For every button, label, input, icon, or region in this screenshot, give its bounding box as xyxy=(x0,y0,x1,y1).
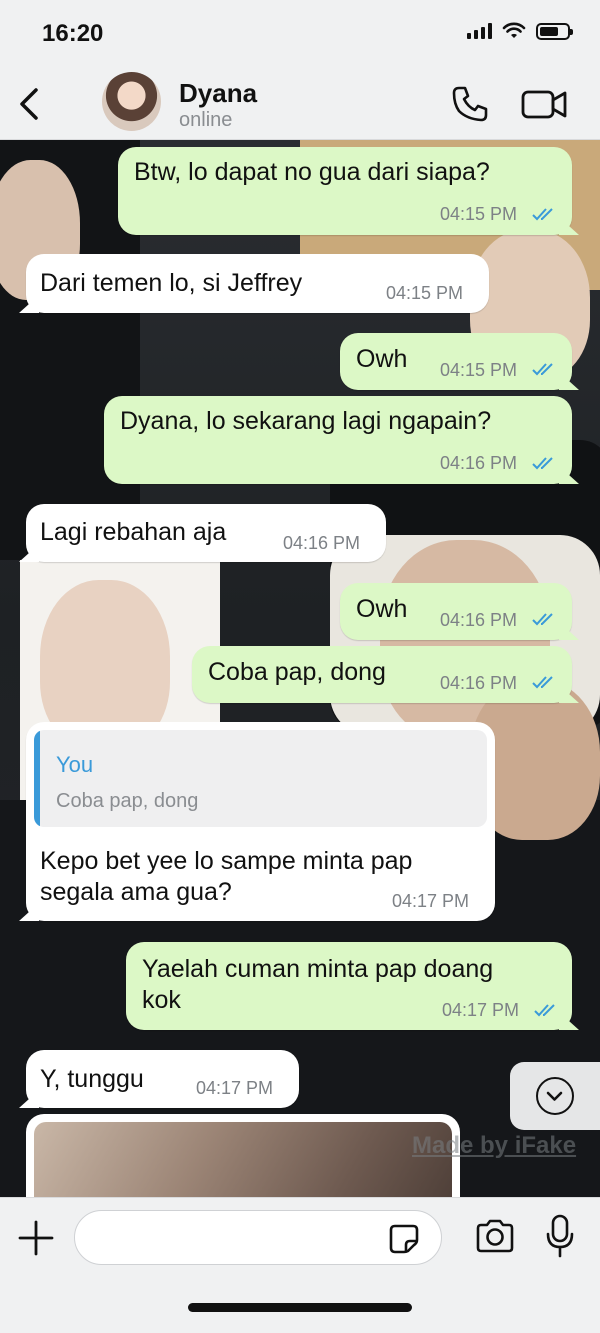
bubble-tail xyxy=(19,544,39,562)
reply-author: You xyxy=(56,752,94,777)
image-message-photo[interactable] xyxy=(34,1122,452,1198)
message-text: Lagi rebahan aja xyxy=(40,518,227,546)
double-check-icon xyxy=(532,613,553,626)
message-time: 04:15 PM xyxy=(440,360,518,380)
reply-text: Coba pap, dong xyxy=(56,790,199,812)
message-text: Owh xyxy=(356,345,408,373)
message-time: 04:16 PM xyxy=(283,533,361,553)
status-bar: 16:20 xyxy=(0,0,600,68)
plus-icon[interactable] xyxy=(18,1220,54,1256)
message-text: Btw, lo dapat no gua dari siapa? xyxy=(134,158,490,186)
phone-icon[interactable] xyxy=(450,84,490,124)
watermark: Made by iFake xyxy=(412,1132,577,1159)
scroll-to-bottom-panel xyxy=(510,1062,600,1130)
battery-level xyxy=(540,26,559,36)
message-time: 04:16 PM xyxy=(440,453,518,473)
reply-accent-bar xyxy=(34,730,40,827)
wifi-icon xyxy=(502,22,526,38)
message-bubble-outgoing[interactable]: Yaelah cuman minta pap doang kok 04:17 P… xyxy=(126,942,579,1030)
message-bubble-outgoing[interactable]: Dyana, lo sekarang lagi ngapain? 04:16 P… xyxy=(104,396,579,484)
message-bubble-incoming[interactable]: Lagi rebahan aja 04:16 PM xyxy=(19,504,386,562)
message-text: Dyana, lo sekarang lagi ngapain? xyxy=(120,407,492,435)
bubble-tail xyxy=(19,903,39,921)
message-text: Y, tunggu xyxy=(40,1065,144,1093)
bubble-tail xyxy=(559,372,579,390)
message-bubble-outgoing[interactable]: Owh 04:16 PM xyxy=(340,583,579,640)
double-check-icon xyxy=(534,1004,555,1017)
chevron-left-icon[interactable] xyxy=(14,84,44,124)
video-camera-icon[interactable] xyxy=(520,86,568,122)
message-time: 04:17 PM xyxy=(442,1000,520,1020)
bubble-tail xyxy=(19,295,39,313)
message-bubble-outgoing[interactable]: Owh 04:15 PM xyxy=(340,333,579,390)
message-bubble-outgoing[interactable]: Btw, lo dapat no gua dari siapa? 04:15 P… xyxy=(118,147,579,235)
message-bubble-outgoing[interactable]: Coba pap, dong 04:16 PM xyxy=(192,646,579,703)
message-text: Owh xyxy=(356,595,408,623)
double-check-icon xyxy=(532,676,553,689)
bubble-tail xyxy=(19,1090,39,1108)
message-text-line1: Yaelah cuman minta pap doang xyxy=(142,955,494,983)
message-text-line2: kok xyxy=(142,986,181,1014)
bubble-tail xyxy=(559,685,579,703)
message-bubble-incoming-reply[interactable]: You Coba pap, dong Kepo bet yee lo sampe… xyxy=(19,722,495,921)
chevron-down-icon xyxy=(546,1091,563,1101)
image-message[interactable] xyxy=(26,1114,460,1198)
bubble-tail xyxy=(559,466,579,484)
message-time: 04:15 PM xyxy=(386,283,464,303)
bubble-tail xyxy=(559,622,579,640)
message-time: 04:15 PM xyxy=(440,204,518,224)
message-time: 04:17 PM xyxy=(392,891,470,911)
home-indicator[interactable] xyxy=(188,1303,412,1312)
message-time: 04:16 PM xyxy=(440,673,518,693)
message-text-line1: Kepo bet yee lo sampe minta pap xyxy=(40,847,413,875)
status-icons xyxy=(467,22,573,40)
message-time: 04:16 PM xyxy=(440,610,518,630)
contact-name[interactable]: Dyana xyxy=(179,78,257,109)
message-text: Coba pap, dong xyxy=(208,658,386,686)
message-time: 04:17 PM xyxy=(196,1078,274,1098)
double-check-icon xyxy=(532,363,553,376)
microphone-icon[interactable] xyxy=(545,1214,575,1258)
message-input[interactable] xyxy=(74,1210,442,1265)
double-check-icon xyxy=(532,208,553,221)
message-text: Dari temen lo, si Jeffrey xyxy=(40,269,303,297)
signal-icon xyxy=(467,23,492,39)
camera-icon[interactable] xyxy=(474,1218,516,1254)
message-bubble-incoming[interactable]: Y, tunggu 04:17 PM xyxy=(19,1050,299,1108)
double-check-icon xyxy=(532,457,553,470)
scroll-to-bottom-button[interactable] xyxy=(536,1077,574,1115)
status-time: 16:20 xyxy=(42,20,104,47)
battery-icon xyxy=(536,22,573,40)
avatar[interactable] xyxy=(102,72,161,131)
message-text-line2: segala ama gua? xyxy=(40,878,232,906)
chat-header: Dyana online xyxy=(0,68,600,140)
input-bar xyxy=(0,1197,600,1333)
sticker-icon[interactable] xyxy=(388,1223,420,1255)
bubble-tail xyxy=(559,1012,579,1030)
bubble-tail xyxy=(559,217,579,235)
contact-status: online xyxy=(179,109,233,131)
message-bubble-incoming[interactable]: Dari temen lo, si Jeffrey 04:15 PM xyxy=(19,254,489,313)
quoted-reply[interactable]: You Coba pap, dong xyxy=(34,730,487,827)
